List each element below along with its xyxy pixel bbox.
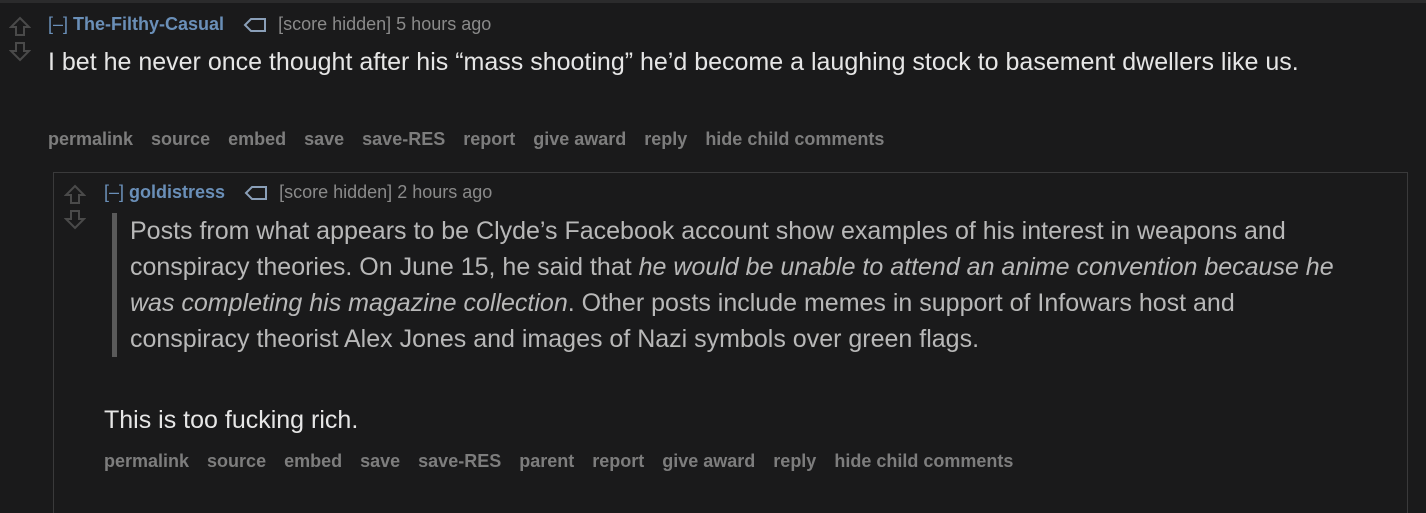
reply-link[interactable]: reply	[644, 129, 687, 149]
child-comment-body: This is too fucking rich.	[104, 406, 359, 434]
give-award-link[interactable]: give award	[662, 451, 755, 471]
comment-body: I bet he never once thought after his “m…	[48, 48, 1299, 76]
downvote-arrow-icon[interactable]	[64, 208, 86, 230]
comment-actions: permalink source embed save save-RES report gi…	[48, 129, 902, 150]
comment-time: 2 hours ago	[397, 182, 493, 202]
save-res-link[interactable]: save-RES	[418, 451, 501, 471]
child-comment-actions: permalink source embed save save-RES parent re…	[104, 451, 1031, 472]
permalink-link[interactable]: permalink	[104, 451, 189, 471]
upvote-arrow-icon[interactable]	[9, 16, 31, 38]
embed-link[interactable]: embed	[284, 451, 342, 471]
collapse-toggle[interactable]: [–]	[104, 182, 124, 202]
upvote-arrow-icon[interactable]	[64, 184, 86, 206]
score-hidden: [score hidden]	[278, 14, 392, 34]
collapse-toggle[interactable]: [–]	[48, 14, 68, 34]
score-hidden: [score hidden]	[279, 182, 393, 202]
reply-link[interactable]: reply	[773, 451, 816, 471]
comment-author[interactable]: goldistress	[129, 182, 225, 202]
embed-link[interactable]: embed	[228, 129, 286, 149]
parent-link[interactable]: parent	[519, 451, 574, 471]
downvote-arrow-icon[interactable]	[9, 40, 31, 62]
user-tag-icon[interactable]	[244, 185, 268, 201]
comment-author[interactable]: The-Filthy-Casual	[73, 14, 224, 34]
comment-time: 5 hours ago	[396, 14, 492, 34]
frame-top-border	[0, 0, 1426, 3]
hide-child-comments-link[interactable]: hide child comments	[705, 129, 884, 149]
source-link[interactable]: source	[151, 129, 210, 149]
user-tag-icon[interactable]	[243, 17, 267, 33]
comment-tagline: [–] The-Filthy-Casual [score hidden] 5 h…	[48, 14, 491, 35]
save-res-link[interactable]: save-RES	[362, 129, 445, 149]
give-award-link[interactable]: give award	[533, 129, 626, 149]
child-comment-tagline: [–] goldistress [score hidden] 2 hours a…	[104, 182, 492, 203]
permalink-link[interactable]: permalink	[48, 129, 133, 149]
report-link[interactable]: report	[463, 129, 515, 149]
hide-child-comments-link[interactable]: hide child comments	[834, 451, 1013, 471]
blockquote: Posts from what appears to be Clyde’s Fa…	[112, 213, 1350, 357]
child-vote-controls	[64, 184, 86, 230]
save-link[interactable]: save	[304, 129, 344, 149]
report-link[interactable]: report	[592, 451, 644, 471]
save-link[interactable]: save	[360, 451, 400, 471]
vote-controls	[9, 16, 31, 62]
source-link[interactable]: source	[207, 451, 266, 471]
